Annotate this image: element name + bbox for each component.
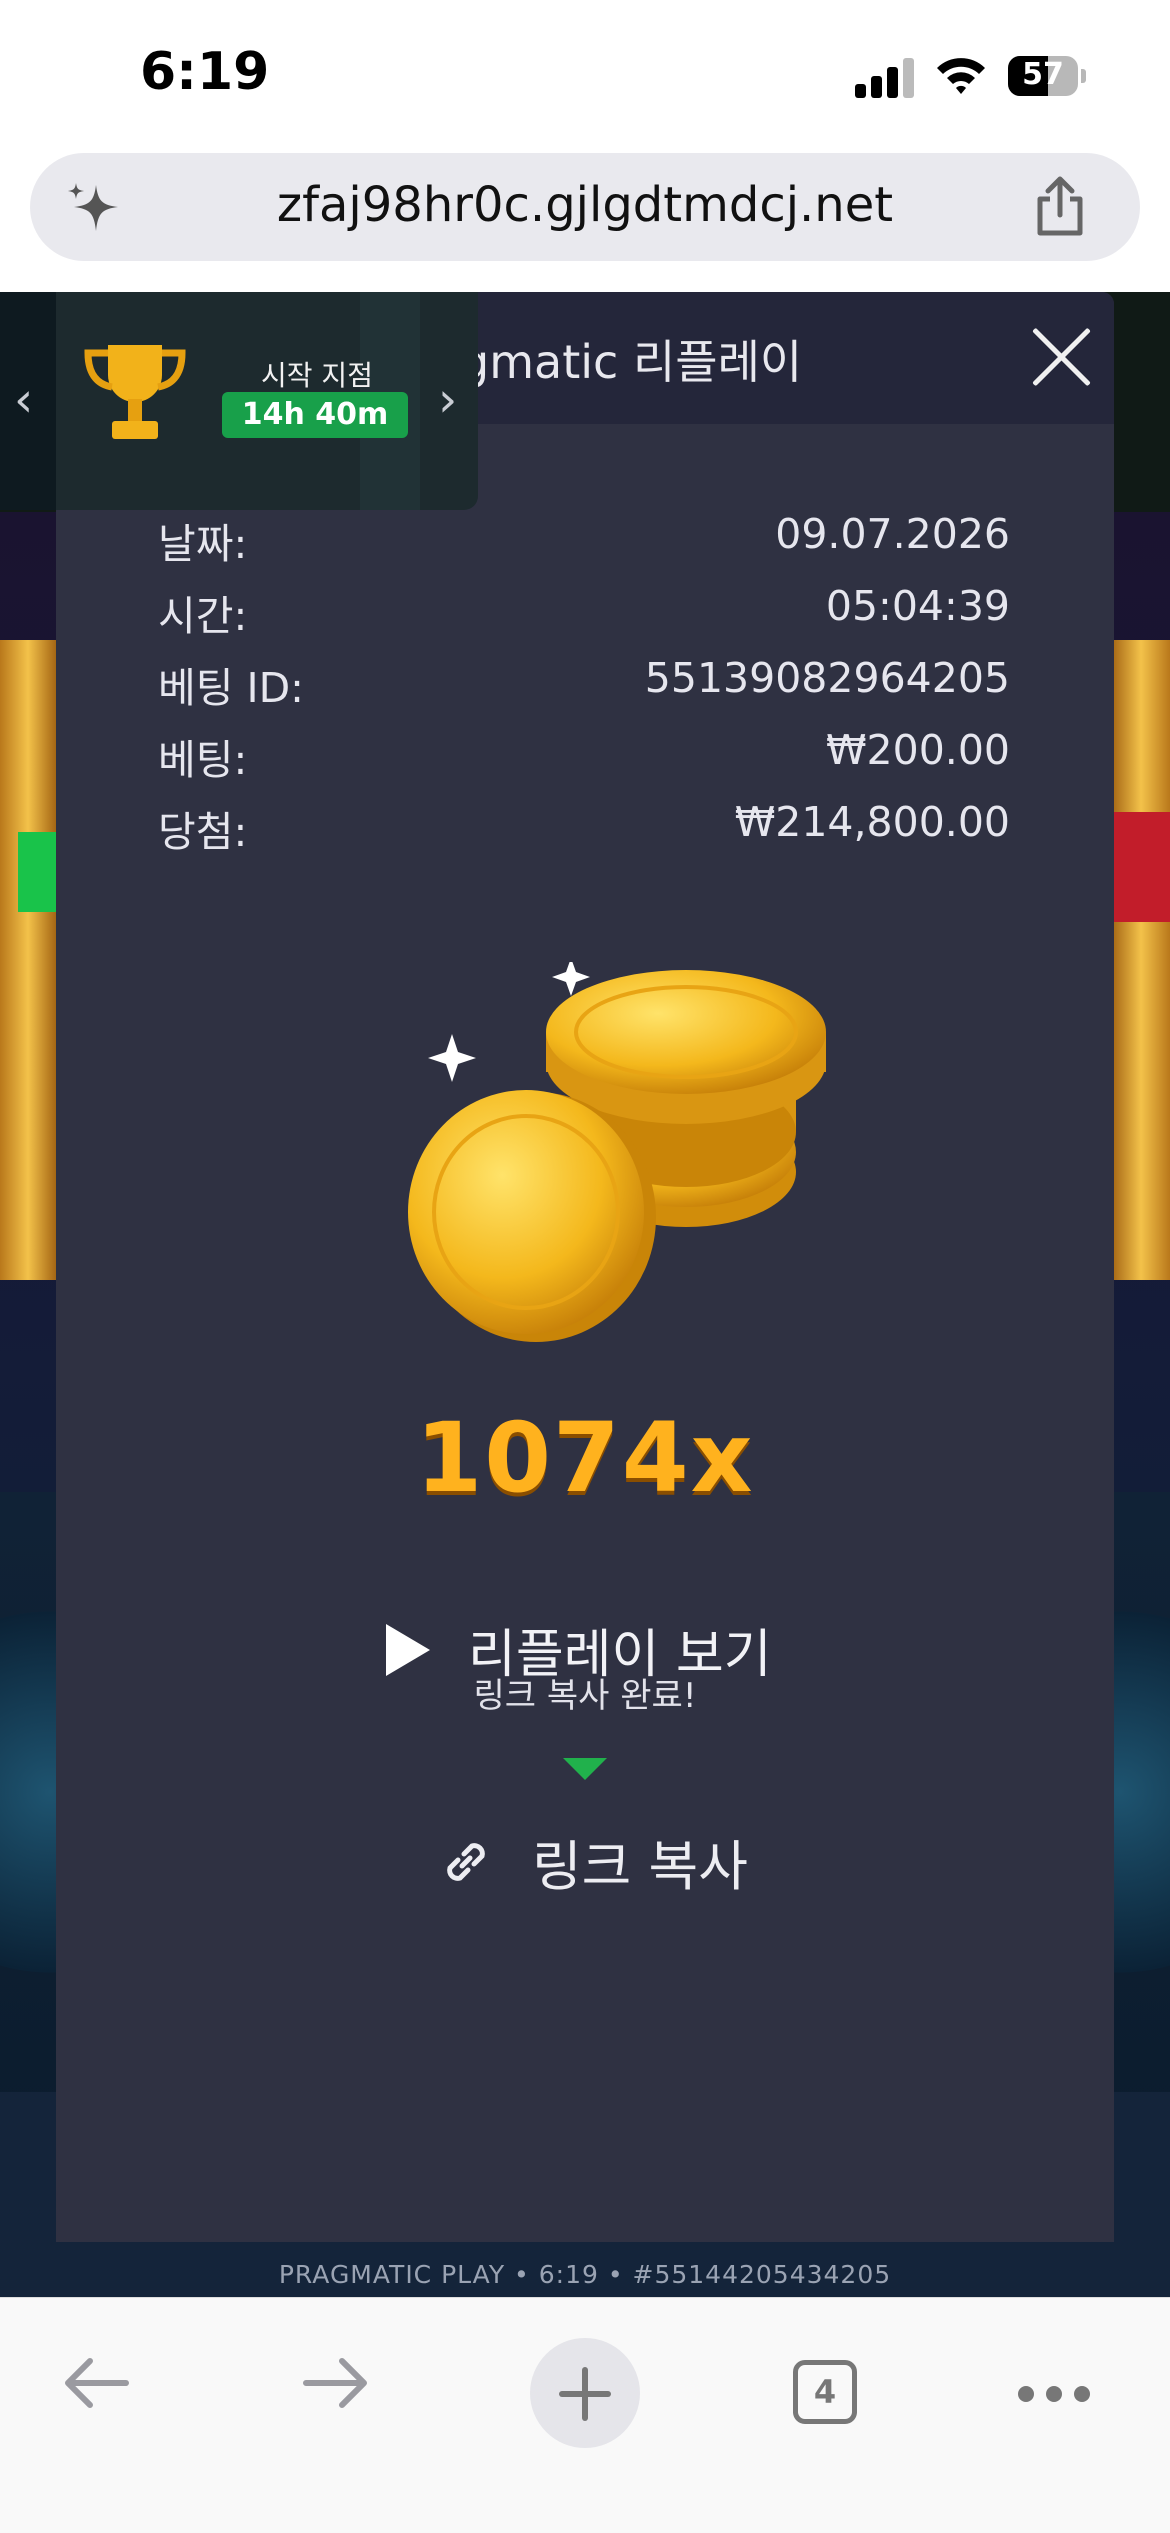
more-menu-icon[interactable] bbox=[1018, 2386, 1102, 2406]
tournament-label: 시작 지점 bbox=[261, 359, 373, 392]
battery-level: 57 bbox=[1022, 57, 1064, 92]
replay-dialog: Pragmatic 리플레이 날짜: 09.07.2026 시간: 05:04:… bbox=[56, 292, 1114, 2242]
chevron-right-icon[interactable]: › bbox=[438, 372, 457, 428]
close-button[interactable] bbox=[1026, 322, 1096, 392]
browser-toolbar: 4 bbox=[0, 2297, 1170, 2533]
link-icon bbox=[447, 1843, 485, 1881]
slot-symbol bbox=[1112, 812, 1170, 922]
info-row-date: 날짜: 09.07.2026 bbox=[158, 510, 1010, 570]
info-row-bet-id: 베팅 ID: 55139082964205 bbox=[158, 654, 1010, 714]
info-value: ₩200.00 bbox=[826, 726, 1010, 774]
tournament-widget[interactable]: ‹ › 시작 지점 14h 40m bbox=[0, 292, 478, 510]
chevron-left-icon[interactable]: ‹ bbox=[14, 372, 33, 428]
gold-coins-icon bbox=[408, 962, 826, 1342]
back-arrow-icon[interactable] bbox=[60, 2353, 132, 2413]
status-bar: 6:19 57 bbox=[0, 0, 1170, 150]
status-time: 6:19 bbox=[140, 42, 270, 102]
info-value: 09.07.2026 bbox=[775, 510, 1010, 558]
info-row-win: 당첨: ₩214,800.00 bbox=[158, 798, 1010, 858]
copy-link-label: 링크 복사 bbox=[532, 1835, 748, 1898]
url-text[interactable]: zfaj98hr0c.gjlgdtmdcj.net bbox=[30, 177, 1140, 233]
new-tab-button[interactable] bbox=[530, 2338, 640, 2448]
slot-symbol bbox=[18, 832, 56, 912]
info-label: 시간: bbox=[158, 592, 248, 640]
info-label: 당첨: bbox=[158, 808, 248, 856]
forward-arrow-icon[interactable] bbox=[300, 2353, 372, 2413]
tooltip-caret bbox=[563, 1758, 607, 1780]
info-value: 55139082964205 bbox=[644, 654, 1010, 702]
tournament-timer: 14h 40m bbox=[222, 392, 408, 438]
copy-link-button[interactable]: 링크 복사 bbox=[436, 1822, 836, 1902]
link-copied-tooltip: 링크 복사 완료! bbox=[473, 1676, 697, 1716]
info-row-bet: 베팅: ₩200.00 bbox=[158, 726, 1010, 786]
game-footer: PRAGMATIC PLAY • 6:19 • #55144205434205 bbox=[278, 2260, 892, 2289]
tab-switcher-button[interactable]: 4 bbox=[793, 2360, 857, 2424]
info-row-time: 시간: 05:04:39 bbox=[158, 582, 1010, 642]
win-multiplier: 1074x bbox=[415, 1402, 755, 1514]
battery-icon: 57 bbox=[1008, 56, 1086, 96]
reel-frame-right bbox=[1112, 640, 1170, 1280]
info-label: 베팅 ID: bbox=[158, 664, 304, 712]
address-bar[interactable]: zfaj98hr0c.gjlgdtmdcj.net bbox=[30, 153, 1140, 261]
cellular-signal-icon bbox=[855, 58, 915, 98]
info-label: 날짜: bbox=[158, 520, 248, 568]
info-value: ₩214,800.00 bbox=[734, 798, 1010, 846]
trophy-icon bbox=[84, 345, 186, 439]
info-value: 05:04:39 bbox=[825, 582, 1010, 630]
wifi-icon bbox=[937, 58, 985, 94]
info-label: 베팅: bbox=[158, 736, 248, 784]
share-icon[interactable] bbox=[1030, 175, 1090, 239]
reel-frame-left bbox=[0, 640, 56, 1280]
